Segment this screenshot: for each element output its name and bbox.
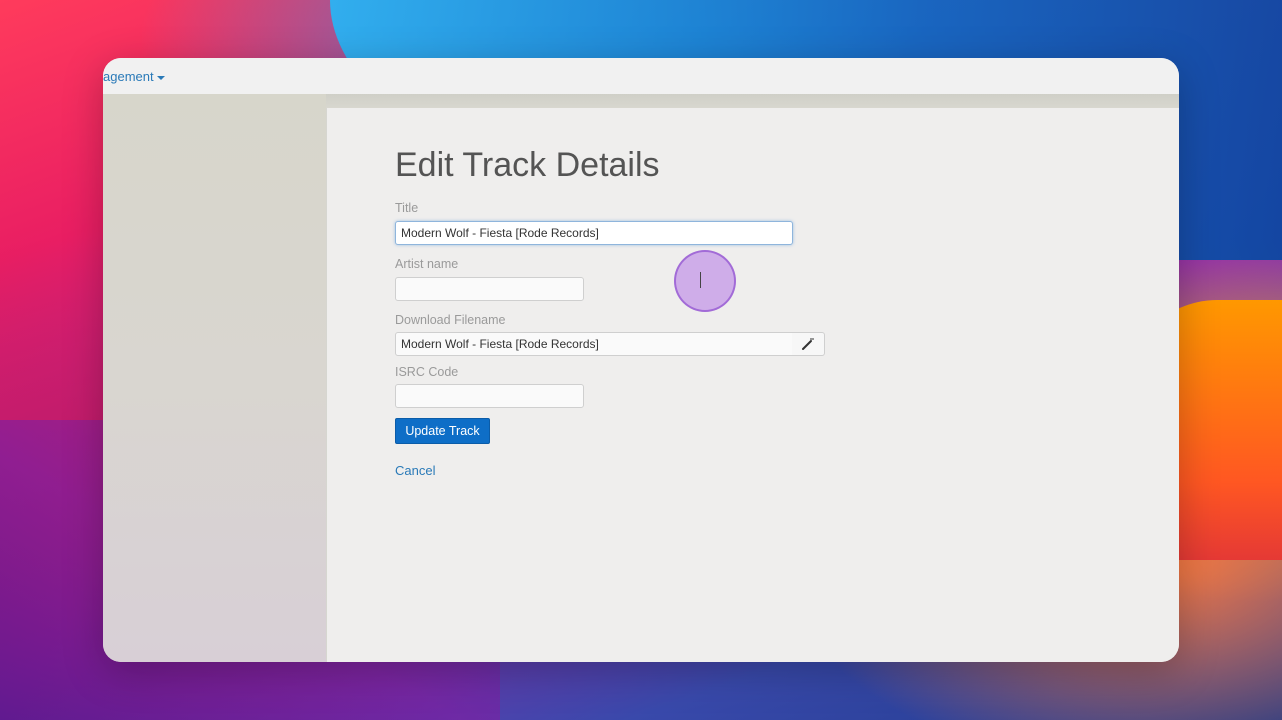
nav-management-menu[interactable]: agement xyxy=(103,69,165,84)
title-label: Title xyxy=(395,201,419,215)
title-input[interactable] xyxy=(395,221,793,245)
download-filename-input[interactable] xyxy=(395,332,793,356)
top-nav-bar: agement xyxy=(103,58,1179,95)
cursor-highlight xyxy=(674,250,736,312)
caret-down-icon xyxy=(156,75,165,80)
text-cursor-icon xyxy=(700,272,704,288)
generate-filename-button[interactable] xyxy=(792,332,825,356)
left-sidebar xyxy=(103,94,326,662)
edit-track-panel: Edit Track Details Title Artist name Dow… xyxy=(326,108,1179,662)
download-filename-label: Download Filename xyxy=(395,313,506,327)
isrc-code-input[interactable] xyxy=(395,384,584,408)
artist-name-input[interactable] xyxy=(395,277,584,301)
update-track-button[interactable]: Update Track xyxy=(395,418,490,444)
nav-management-label: agement xyxy=(103,69,154,84)
magic-wand-icon xyxy=(802,338,814,350)
browser-window: agement Edit Track Details Title Artist … xyxy=(103,58,1179,662)
artist-name-label: Artist name xyxy=(395,257,459,271)
isrc-code-label: ISRC Code xyxy=(395,365,459,379)
page-title: Edit Track Details xyxy=(395,146,660,184)
cancel-link[interactable]: Cancel xyxy=(395,463,435,478)
